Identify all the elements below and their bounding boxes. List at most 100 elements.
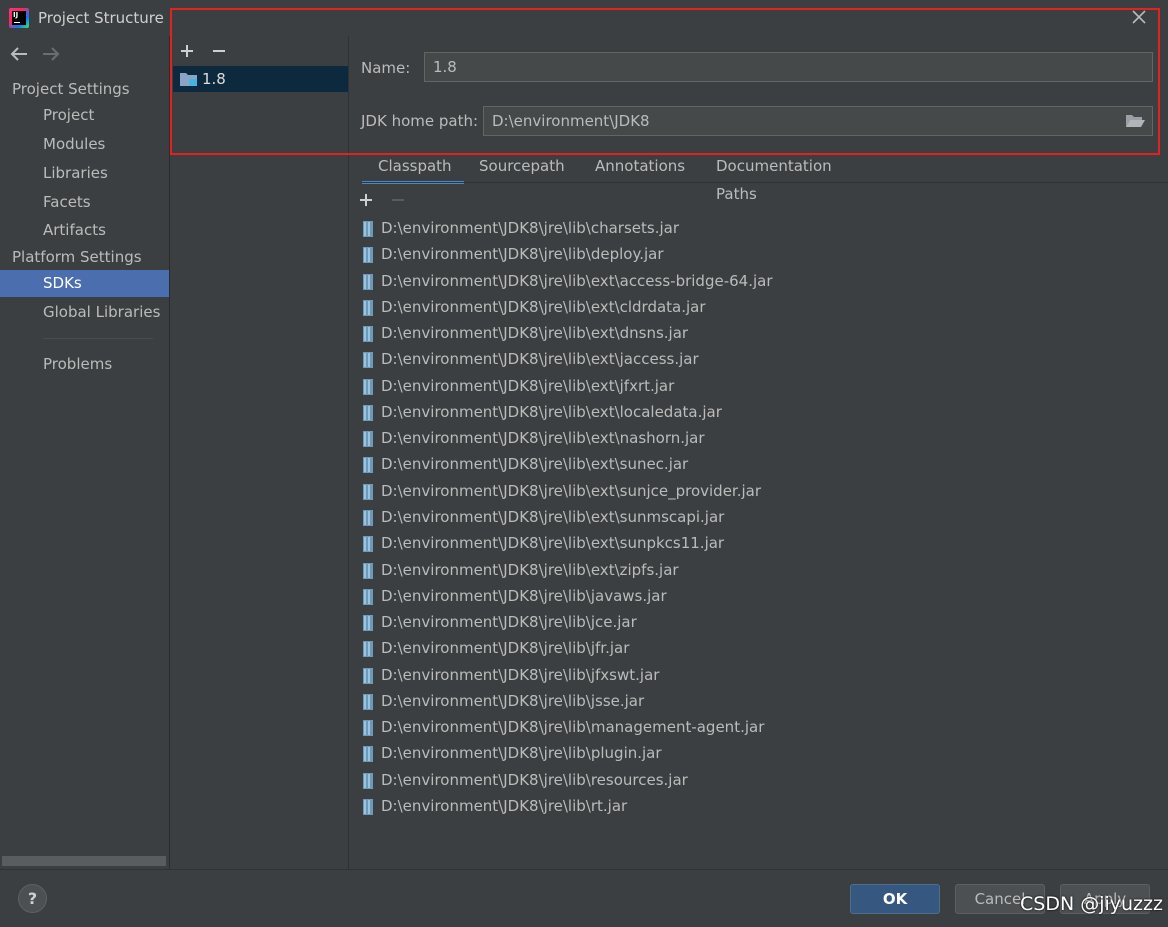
arrow-right-icon[interactable] xyxy=(40,44,62,64)
jar-archive-icon xyxy=(363,615,373,632)
classpath-path: D:\environment\JDK8\jre\lib\ext\access-b… xyxy=(381,271,773,290)
classpath-path: D:\environment\JDK8\jre\lib\management-a… xyxy=(381,718,765,737)
classpath-path: D:\environment\JDK8\jre\lib\jfr.jar xyxy=(381,639,630,658)
classpath-row[interactable]: D:\environment\JDK8\jre\lib\ext\sunpkcs1… xyxy=(358,531,1158,557)
jar-archive-icon xyxy=(363,483,373,500)
classpath-row[interactable]: D:\environment\JDK8\jre\lib\ext\zipfs.ja… xyxy=(358,558,1158,584)
jdk-home-path-field[interactable]: D:\environment\JDK8 xyxy=(483,106,1153,136)
jar-archive-icon xyxy=(363,798,373,815)
nav-item-facets[interactable]: Facets xyxy=(0,189,169,216)
jar-archive-icon xyxy=(363,352,373,369)
plus-icon[interactable] xyxy=(177,41,197,61)
jar-archive-icon xyxy=(363,326,373,343)
nav-item-project[interactable]: Project xyxy=(0,102,169,129)
settings-nav: Project Settings Project Modules Librari… xyxy=(0,36,169,869)
jar-archive-icon xyxy=(363,431,373,448)
classpath-row[interactable]: D:\environment\JDK8\jre\lib\jce.jar xyxy=(358,610,1158,636)
sdk-list-item[interactable]: 1.8 xyxy=(173,66,348,92)
classpath-row[interactable]: D:\environment\JDK8\jre\lib\ext\sunmscap… xyxy=(358,505,1158,531)
jar-archive-icon xyxy=(363,667,373,684)
tabs-underline xyxy=(362,182,1168,183)
jar-archive-icon xyxy=(363,772,373,789)
classpath-row[interactable]: D:\environment\JDK8\jre\lib\deploy.jar xyxy=(358,242,1158,268)
classpath-path: D:\environment\JDK8\jre\lib\plugin.jar xyxy=(381,744,662,763)
section-project-settings: Project Settings xyxy=(12,80,130,98)
footer-divider xyxy=(0,869,1168,870)
jdk-home-label: JDK home path: xyxy=(361,112,479,130)
nav-item-artifacts[interactable]: Artifacts xyxy=(0,217,169,244)
folder-open-icon[interactable] xyxy=(1124,111,1146,131)
classpath-path: D:\environment\JDK8\jre\lib\ext\jaccess.… xyxy=(381,350,699,369)
sdk-list-pane: 1.8 xyxy=(170,36,348,869)
window-title: Project Structure xyxy=(38,9,164,27)
tab-documentation-paths[interactable]: Documentation Paths xyxy=(716,152,832,203)
nav-item-libraries[interactable]: Libraries xyxy=(0,160,169,187)
jar-archive-icon xyxy=(363,746,373,763)
divider xyxy=(348,36,349,869)
classpath-path: D:\environment\JDK8\jre\lib\deploy.jar xyxy=(381,245,664,264)
nav-item-modules[interactable]: Modules xyxy=(0,131,169,158)
classpath-row[interactable]: D:\environment\JDK8\jre\lib\rt.jar xyxy=(358,794,1158,820)
name-label: Name: xyxy=(361,59,411,77)
classpath-row[interactable]: D:\environment\JDK8\jre\lib\management-a… xyxy=(358,715,1158,741)
classpath-path: D:\environment\JDK8\jre\lib\ext\nashorn.… xyxy=(381,429,705,448)
ok-button[interactable]: OK xyxy=(850,884,940,914)
classpath-row[interactable]: D:\environment\JDK8\jre\lib\ext\jaccess.… xyxy=(358,347,1158,373)
jdk-folder-icon xyxy=(180,73,197,86)
classpath-path: D:\environment\JDK8\jre\lib\javaws.jar xyxy=(381,586,667,605)
classpath-row[interactable]: D:\environment\JDK8\jre\lib\plugin.jar xyxy=(358,741,1158,767)
nav-item-sdks[interactable]: SDKs xyxy=(0,270,169,297)
jar-archive-icon xyxy=(363,641,373,658)
classpath-row[interactable]: D:\environment\JDK8\jre\lib\jsse.jar xyxy=(358,689,1158,715)
classpath-path: D:\environment\JDK8\jre\lib\jfxswt.jar xyxy=(381,665,660,684)
classpath-row[interactable]: D:\environment\JDK8\jre\lib\ext\cldrdata… xyxy=(358,295,1158,321)
classpath-row[interactable]: D:\environment\JDK8\jre\lib\resources.ja… xyxy=(358,768,1158,794)
nav-item-global-libraries[interactable]: Global Libraries xyxy=(0,299,169,326)
classpath-row[interactable]: D:\environment\JDK8\jre\lib\ext\localeda… xyxy=(358,400,1158,426)
classpath-row[interactable]: D:\environment\JDK8\jre\lib\javaws.jar xyxy=(358,584,1158,610)
jar-archive-icon xyxy=(363,273,373,290)
classpath-path: D:\environment\JDK8\jre\lib\ext\cldrdata… xyxy=(381,297,706,316)
classpath-row[interactable]: D:\environment\JDK8\jre\lib\ext\access-b… xyxy=(358,269,1158,295)
classpath-row[interactable]: D:\environment\JDK8\jre\lib\ext\sunec.ja… xyxy=(358,452,1158,478)
arrow-left-icon[interactable] xyxy=(8,44,30,64)
help-button[interactable]: ? xyxy=(18,884,47,913)
jar-archive-icon xyxy=(363,247,373,264)
classpath-row[interactable]: D:\environment\JDK8\jre\lib\ext\sunjce_p… xyxy=(358,479,1158,505)
nav-item-problems[interactable]: Problems xyxy=(0,351,169,378)
classpath-path: D:\environment\JDK8\jre\lib\ext\sunmscap… xyxy=(381,507,725,526)
classpath-row[interactable]: D:\environment\JDK8\jre\lib\jfxswt.jar xyxy=(358,663,1158,689)
jar-archive-icon xyxy=(363,457,373,474)
jar-archive-icon xyxy=(363,693,373,710)
jar-archive-icon xyxy=(363,378,373,395)
title-bar: IJ Project Structure xyxy=(0,0,1168,36)
remove-path-minus-icon[interactable] xyxy=(388,190,408,210)
classpath-row[interactable]: D:\environment\JDK8\jre\lib\jfr.jar xyxy=(358,636,1158,662)
name-field[interactable]: 1.8 xyxy=(424,52,1153,82)
classpath-path: D:\environment\JDK8\jre\lib\charsets.jar xyxy=(381,219,679,237)
add-path-plus-icon[interactable] xyxy=(356,190,376,210)
classpath-row[interactable]: D:\environment\JDK8\jre\lib\ext\dnsns.ja… xyxy=(358,321,1158,347)
minus-icon[interactable] xyxy=(209,41,229,61)
nav-divider xyxy=(43,338,153,339)
close-icon[interactable] xyxy=(1128,6,1150,28)
jar-archive-icon xyxy=(363,221,373,237)
classpath-path: D:\environment\JDK8\jre\lib\ext\zipfs.ja… xyxy=(381,560,679,579)
jar-archive-icon xyxy=(363,509,373,526)
tab-sourcepath[interactable]: Sourcepath xyxy=(479,152,565,184)
classpath-path: D:\environment\JDK8\jre\lib\ext\jfxrt.ja… xyxy=(381,376,675,395)
tab-classpath[interactable]: Classpath xyxy=(362,152,464,184)
nav-scrollbar[interactable] xyxy=(2,856,166,866)
classpath-row[interactable]: D:\environment\JDK8\jre\lib\charsets.jar xyxy=(358,216,1158,242)
sdk-list-item-label: 1.8 xyxy=(202,70,226,88)
jar-archive-icon xyxy=(363,536,373,553)
watermark: CSDN @jiyuzzz xyxy=(1020,893,1163,915)
classpath-path: D:\environment\JDK8\jre\lib\jce.jar xyxy=(381,613,637,632)
classpath-path: D:\environment\JDK8\jre\lib\ext\sunpkcs1… xyxy=(381,534,725,553)
classpath-path: D:\environment\JDK8\jre\lib\ext\localeda… xyxy=(381,402,722,421)
tab-annotations[interactable]: Annotations xyxy=(595,152,685,184)
jar-archive-icon xyxy=(363,299,373,316)
classpath-row[interactable]: D:\environment\JDK8\jre\lib\ext\nashorn.… xyxy=(358,426,1158,452)
classpath-row[interactable]: D:\environment\JDK8\jre\lib\ext\jfxrt.ja… xyxy=(358,374,1158,400)
jar-archive-icon xyxy=(363,404,373,421)
